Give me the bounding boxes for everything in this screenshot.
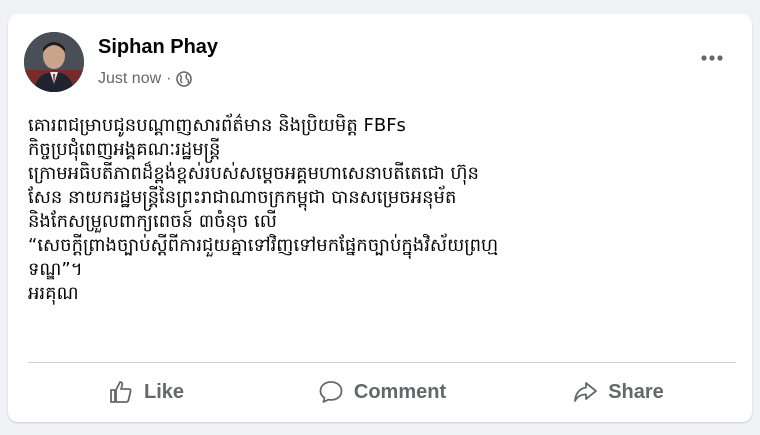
post-actions: Like Comment Share <box>28 369 736 415</box>
post-line: គោរពជម្រាបជូនបណ្ដាញសារព័ត៌មាន និងប្រិយមិ… <box>28 115 406 136</box>
post-line: កិច្ចប្រជុំពេញអង្គគណៈរដ្ឋមន្រ្តី <box>28 139 221 160</box>
author-name[interactable]: Siphan Phay <box>98 36 218 59</box>
post-line: និងកែសម្រួលពាក្យពេចន៍ ៣ចំនុច លើ <box>28 211 277 232</box>
share-button[interactable]: Share <box>500 369 736 415</box>
post-line: “សេចក្ដីព្រាងច្បាប់ស្តីពីការជួយគ្នាទៅវិញ… <box>28 235 499 256</box>
comment-button[interactable]: Comment <box>264 369 500 415</box>
post-line: ក្រោមអធិបតីភាពដ៏ខ្ពង់ខ្ពស់របស់សម្តេចអគ្គ… <box>28 163 479 184</box>
post-line: អរគុណ <box>28 283 79 304</box>
post-line: ទណ្ឌ”។ <box>28 259 83 280</box>
post-header: Siphan Phay Just now · <box>8 14 752 104</box>
like-button[interactable]: Like <box>28 369 264 415</box>
comment-label: Comment <box>353 380 447 403</box>
share-label: Share <box>608 380 664 403</box>
avatar-image <box>24 32 84 92</box>
timestamp[interactable]: Just now <box>98 70 161 88</box>
post-card: Siphan Phay Just now · គោរពជម្រាបជូនបណ្ដ… <box>8 14 752 422</box>
more-dots-icon[interactable] <box>696 48 728 68</box>
like-label: Like <box>143 380 185 403</box>
share-icon <box>572 379 598 405</box>
globe-icon[interactable] <box>176 71 193 87</box>
actions-divider <box>28 362 736 363</box>
avatar[interactable] <box>24 32 84 92</box>
meta-separator: · <box>166 70 172 87</box>
post-line: សែន នាយករដ្ឋមន្រ្តីនៃព្រះរាជាណាចក្រកម្ពុ… <box>28 187 457 208</box>
comment-icon <box>318 379 344 405</box>
post-meta: Just now · <box>98 70 193 88</box>
post-body: គោរពជម្រាបជូនបណ្ដាញសារព័ត៌មាន និងប្រិយមិ… <box>28 114 740 306</box>
thumbs-up-icon <box>108 379 134 405</box>
